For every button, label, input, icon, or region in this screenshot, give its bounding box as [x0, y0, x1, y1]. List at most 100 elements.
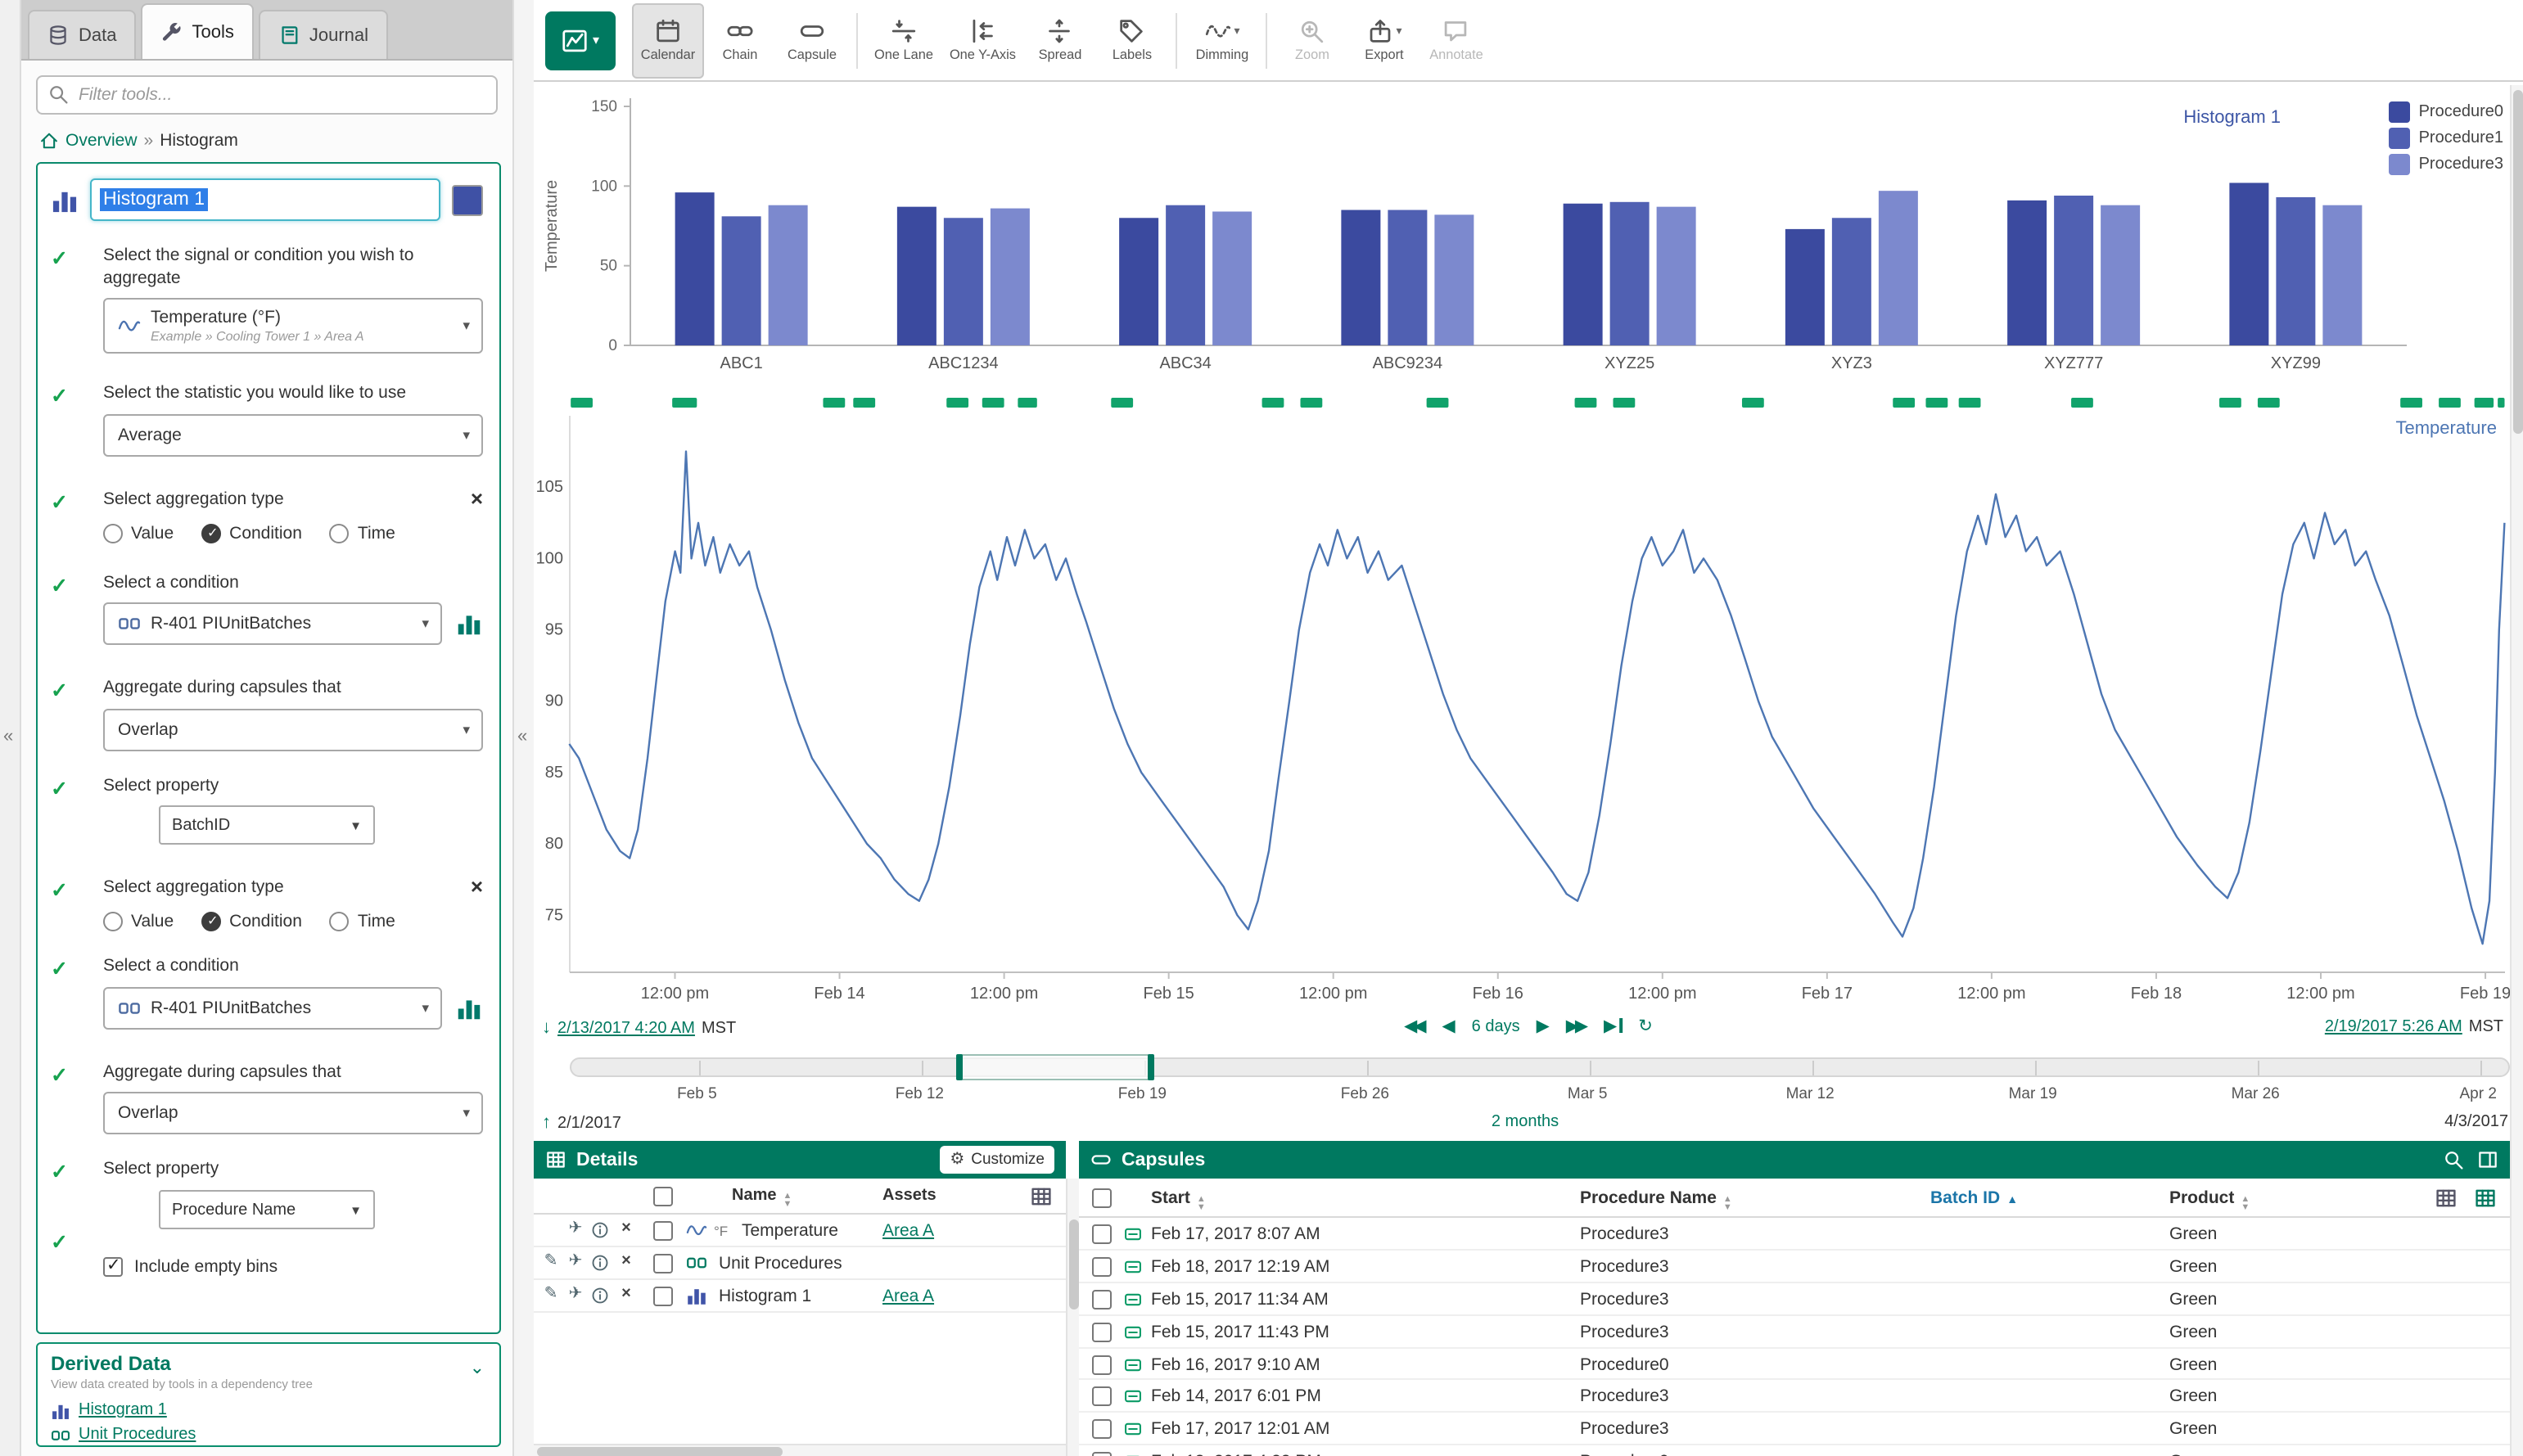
capsule-marker[interactable]	[982, 398, 1004, 408]
statistic-select[interactable]: Average ▾	[103, 414, 483, 457]
row-checkbox[interactable]	[653, 1287, 673, 1306]
display-range-end-link[interactable]: 2/19/2017 5:26 AM	[2325, 1018, 2462, 1036]
agg1-property-select[interactable]: BatchID ▼	[159, 806, 375, 845]
hist-bar[interactable]	[944, 218, 983, 345]
pan-forward-button[interactable]: ▶	[1537, 1016, 1550, 1036]
add-column-icon[interactable]	[2474, 1187, 2497, 1210]
spread-button[interactable]: Spread	[1024, 2, 1096, 78]
capsule-marker[interactable]	[1300, 398, 1322, 408]
investigate-range-end[interactable]: 4/3/2017	[2444, 1113, 2508, 1131]
asset-link[interactable]: Area A	[882, 1287, 934, 1306]
agg2-during-select[interactable]: Overlap ▾	[103, 1093, 483, 1135]
one-lane-button[interactable]: One Lane	[866, 2, 941, 78]
capsule-marker[interactable]	[1575, 398, 1597, 408]
capsule-marker[interactable]	[2439, 398, 2461, 408]
derived-item-link[interactable]: Unit Procedures	[79, 1426, 196, 1444]
breadcrumb-overview-link[interactable]: Overview	[65, 131, 138, 151]
derived-data-item[interactable]: Unit Procedures	[51, 1422, 486, 1447]
capsule-marker[interactable]	[2498, 398, 2504, 408]
derived-data-item[interactable]: Histogram 1	[51, 1398, 486, 1422]
pan-forward-fast-button[interactable]: ▶▶	[1566, 1016, 1587, 1036]
view-capsules-button[interactable]	[455, 611, 483, 637]
investigate-range-duration[interactable]: 2 months	[1492, 1113, 1559, 1131]
include-empty-bins-checkbox[interactable]	[103, 1257, 123, 1277]
legend-item[interactable]: Procedure0	[2390, 101, 2503, 123]
capsule-marker[interactable]	[672, 398, 697, 408]
agg1-during-select[interactable]: Overlap ▾	[103, 709, 483, 751]
tab-tools[interactable]: Tools	[142, 3, 254, 59]
zoom-button[interactable]: Zoom	[1276, 2, 1348, 78]
hist-bar[interactable]	[1832, 218, 1871, 345]
row-checkbox[interactable]	[1092, 1257, 1112, 1277]
capsule-marker[interactable]	[1613, 398, 1635, 408]
timeline-track[interactable]	[570, 1057, 2510, 1077]
timezone-label[interactable]: MST	[2469, 1018, 2503, 1036]
capsule-marker[interactable]	[1262, 398, 1284, 408]
timeline-handle-left[interactable]	[955, 1054, 962, 1080]
capsule-marker[interactable]	[1893, 398, 1915, 408]
column-header-name[interactable]: Name▲▼	[732, 1187, 792, 1208]
capsule-marker[interactable]	[2400, 398, 2422, 408]
radio-condition[interactable]: Condition	[201, 523, 302, 543]
select-all-checkbox[interactable]	[653, 1187, 673, 1206]
row-checkbox[interactable]	[653, 1221, 673, 1241]
dimming-button[interactable]: ▾Dimming	[1186, 2, 1258, 78]
trend-view-button[interactable]: ▾	[545, 11, 616, 70]
edit-columns-icon[interactable]	[2435, 1187, 2458, 1210]
hist-bar[interactable]	[897, 207, 937, 345]
remove-icon[interactable]: ×	[616, 1285, 637, 1303]
hist-bar[interactable]	[1341, 210, 1380, 345]
labels-button[interactable]: Labels	[1096, 2, 1168, 78]
annotate-button[interactable]: Annotate	[1420, 2, 1492, 78]
info-icon[interactable]	[591, 1287, 609, 1305]
capsule-marker[interactable]	[853, 398, 875, 408]
chevron-down-icon[interactable]: ⌄	[470, 1357, 485, 1378]
signal-select[interactable]: Temperature (°F) Example » Cooling Tower…	[103, 299, 483, 354]
agg1-condition-select[interactable]: R-401 PIUnitBatches ▾	[103, 602, 442, 645]
capsule-marker[interactable]	[2475, 398, 2494, 408]
row-checkbox[interactable]	[653, 1254, 673, 1273]
capsule-marker[interactable]	[1742, 398, 1764, 408]
edit-icon[interactable]: ✎	[540, 1285, 562, 1303]
view-capsules-button[interactable]	[455, 995, 483, 1021]
hist-bar[interactable]	[1166, 205, 1205, 345]
send-icon[interactable]: ✈	[565, 1219, 586, 1237]
hist-bar[interactable]	[1212, 211, 1252, 345]
timezone-label[interactable]: MST	[702, 1019, 736, 1037]
row-checkbox[interactable]	[1092, 1224, 1112, 1244]
calendar-button[interactable]: Calendar	[632, 2, 704, 78]
display-range-start-link[interactable]: 2/13/2017 4:20 AM	[557, 1019, 695, 1037]
capsule-marker[interactable]	[2258, 398, 2280, 408]
pan-back-fast-button[interactable]: ◀◀	[1404, 1016, 1425, 1036]
capsule-marker[interactable]	[1018, 398, 1036, 408]
remove-aggregation-icon[interactable]: ×	[471, 877, 483, 898]
export-button[interactable]: ▾Export	[1348, 2, 1420, 78]
hist-bar[interactable]	[1657, 207, 1696, 345]
expand-panel-icon[interactable]	[2477, 1149, 2498, 1170]
capsule-marker[interactable]	[2219, 398, 2241, 408]
hist-bar[interactable]	[1434, 214, 1474, 345]
column-header-procedure-name[interactable]: Procedure Name▲▼	[1580, 1188, 1732, 1211]
investigate-range-start[interactable]: 2/1/2017	[557, 1114, 621, 1132]
send-icon[interactable]: ✈	[565, 1252, 586, 1270]
send-icon[interactable]: ✈	[565, 1285, 586, 1303]
hist-bar[interactable]	[1564, 204, 1603, 345]
capsule-button[interactable]: Capsule	[776, 2, 848, 78]
home-icon[interactable]	[39, 131, 59, 151]
hist-bar[interactable]	[2229, 183, 2268, 345]
collapse-sidebar-icon[interactable]: «	[517, 727, 527, 746]
edit-columns-icon[interactable]	[1030, 1185, 1053, 1208]
filter-tools-input[interactable]	[36, 75, 498, 115]
info-icon[interactable]	[591, 1221, 609, 1239]
display-range-duration[interactable]: 6 days	[1472, 1017, 1520, 1035]
hist-bar[interactable]	[1119, 218, 1158, 345]
capsule-marker[interactable]	[1427, 398, 1449, 408]
edit-icon[interactable]: ✎	[540, 1252, 562, 1270]
refresh-icon[interactable]: ↻	[1638, 1016, 1653, 1036]
pan-back-button[interactable]: ◀	[1442, 1016, 1455, 1036]
hist-bar[interactable]	[1388, 210, 1427, 345]
row-checkbox[interactable]	[1092, 1290, 1112, 1309]
hist-bar[interactable]	[769, 205, 808, 345]
radio-value[interactable]: Value	[103, 523, 174, 543]
tab-data[interactable]: Data	[28, 10, 137, 59]
